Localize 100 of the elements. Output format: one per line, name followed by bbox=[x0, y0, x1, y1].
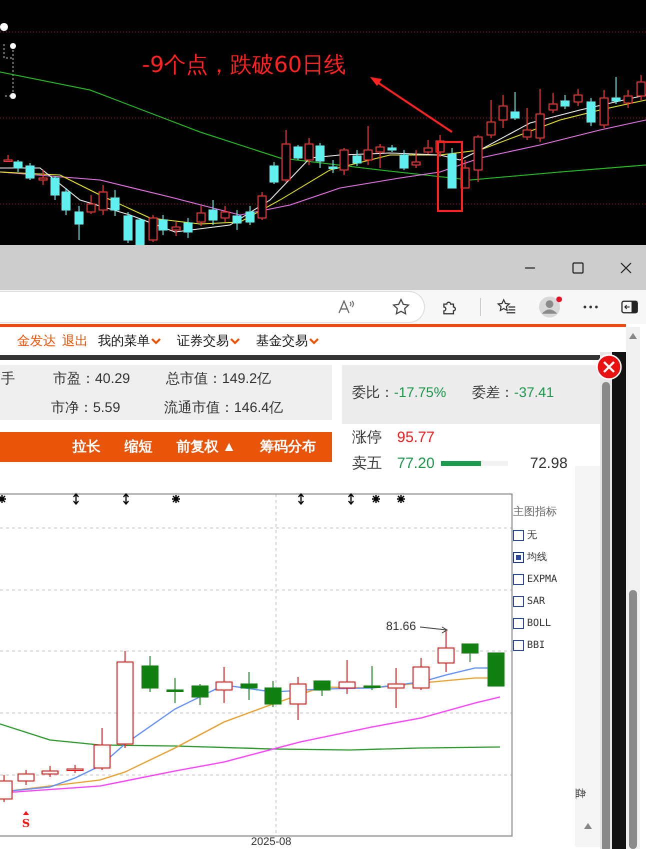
candlestick bbox=[294, 144, 302, 160]
axis-label: 2025-08 bbox=[251, 836, 292, 849]
candlestick bbox=[486, 100, 496, 138]
indicator-option[interactable]: 均线 bbox=[513, 549, 558, 565]
double-arrow-icon bbox=[348, 492, 354, 506]
candlestick bbox=[282, 130, 290, 182]
favorites-list-icon[interactable] bbox=[497, 298, 517, 316]
stat-label: 委比： bbox=[352, 384, 394, 400]
candlestick bbox=[340, 148, 348, 176]
checkbox[interactable] bbox=[513, 596, 524, 606]
candlestick bbox=[400, 150, 408, 170]
candlestick bbox=[352, 150, 362, 166]
scrollbar-thumb[interactable] bbox=[629, 590, 637, 849]
candlestick bbox=[18, 770, 34, 786]
candlestick bbox=[290, 676, 306, 720]
candlestick bbox=[94, 728, 110, 770]
scrollbar[interactable] bbox=[600, 352, 612, 849]
candlestick bbox=[438, 630, 454, 672]
caret-icon bbox=[309, 338, 319, 344]
scrollbar[interactable] bbox=[626, 327, 640, 849]
scroll-up-icon[interactable] bbox=[628, 332, 638, 340]
candlestick bbox=[166, 678, 184, 704]
candlestick bbox=[314, 680, 330, 696]
order-volume: 72.98 bbox=[530, 454, 568, 472]
caret-icon bbox=[230, 338, 240, 344]
candlestick bbox=[462, 644, 478, 662]
candlestick bbox=[316, 142, 324, 168]
stat-value: -17.75% bbox=[394, 384, 446, 400]
candlestick bbox=[388, 668, 404, 708]
candlestick bbox=[270, 162, 278, 184]
candlestick bbox=[474, 134, 482, 182]
indicator-option[interactable]: EXPMA bbox=[513, 571, 558, 587]
candlestick bbox=[560, 94, 570, 110]
favorite-star-icon[interactable] bbox=[392, 298, 410, 316]
asterisk-icon bbox=[171, 494, 181, 504]
candlestick bbox=[136, 218, 144, 245]
menu-link[interactable]: 基金交易 bbox=[256, 332, 319, 350]
order-price: 77.20 bbox=[397, 454, 436, 472]
address-field[interactable] bbox=[0, 291, 426, 323]
close-icon[interactable] bbox=[620, 262, 632, 274]
candlestick bbox=[62, 188, 70, 216]
checkbox[interactable] bbox=[513, 574, 524, 584]
signal-arrow-icon bbox=[23, 811, 29, 815]
candlestick bbox=[600, 90, 608, 128]
candlestick bbox=[216, 666, 232, 704]
indicator-option[interactable]: SAR bbox=[513, 593, 558, 609]
candlestick bbox=[448, 148, 456, 188]
indicator-option[interactable]: BOLL bbox=[513, 615, 558, 631]
candlestick bbox=[148, 214, 158, 242]
menu-link[interactable]: 证券交易 bbox=[177, 332, 240, 350]
candlestick bbox=[124, 212, 132, 244]
indicator-option[interactable]: 无 bbox=[513, 527, 558, 543]
candlestick bbox=[74, 206, 84, 240]
candlestick bbox=[364, 126, 372, 166]
candlestick bbox=[488, 652, 504, 686]
candlestick bbox=[184, 218, 192, 238]
chart-toolbar-button[interactable]: 前复权 ▲ bbox=[164, 434, 248, 460]
candlestick bbox=[424, 140, 432, 154]
checkbox[interactable] bbox=[513, 530, 524, 540]
more-options-icon[interactable] bbox=[583, 305, 599, 309]
checkbox[interactable] bbox=[513, 618, 524, 628]
candlestick bbox=[498, 94, 508, 128]
stat-label: 委差： bbox=[472, 384, 514, 400]
scrollbar-thumb[interactable] bbox=[602, 382, 610, 849]
candlestick bbox=[264, 680, 282, 708]
quote-field: 手 bbox=[0, 368, 52, 388]
checkbox[interactable] bbox=[513, 640, 524, 650]
candlestick bbox=[158, 214, 168, 236]
candlestick bbox=[304, 138, 314, 166]
candlestick bbox=[220, 206, 230, 222]
read-aloud-icon[interactable] bbox=[338, 299, 356, 315]
price-label: 81.66 bbox=[386, 619, 416, 633]
candlestick bbox=[412, 658, 430, 690]
quote-field: 市盈：40.29 bbox=[52, 368, 165, 388]
checkbox[interactable] bbox=[513, 552, 524, 562]
quote-field: 流通市值：146.4亿 bbox=[163, 396, 300, 418]
candlestick bbox=[328, 160, 338, 174]
candlestick bbox=[548, 92, 558, 114]
chart-toolbar-button[interactable]: 筹码分布 bbox=[248, 434, 328, 460]
stat-value: -37.41 bbox=[514, 384, 554, 400]
sidebar-icon[interactable] bbox=[620, 299, 638, 315]
order-label: 卖五 bbox=[352, 454, 383, 472]
quote-field: 市净：5.59 bbox=[50, 396, 163, 418]
menu-link[interactable]: 我的菜单 bbox=[98, 332, 161, 350]
logout-link[interactable]: 退出 bbox=[62, 332, 88, 350]
candlestick bbox=[98, 184, 108, 216]
maximize-icon[interactable] bbox=[572, 262, 584, 274]
candlestick bbox=[50, 176, 60, 200]
candlestick bbox=[240, 672, 258, 700]
candlestick bbox=[612, 76, 620, 104]
profile-avatar-icon[interactable] bbox=[538, 295, 564, 319]
indicator-option[interactable]: BBI bbox=[513, 637, 558, 653]
chart-toolbar-button[interactable]: 缩短 bbox=[112, 434, 164, 460]
user-link[interactable]: 金发达 bbox=[17, 332, 56, 350]
chart-toolbar-button[interactable]: 拉长 bbox=[60, 434, 112, 460]
leader-line bbox=[420, 626, 448, 634]
candlestick bbox=[142, 656, 158, 692]
double-arrow-icon bbox=[72, 492, 80, 506]
double-arrow-icon bbox=[298, 492, 304, 506]
scroll-up-icon[interactable] bbox=[583, 822, 593, 830]
